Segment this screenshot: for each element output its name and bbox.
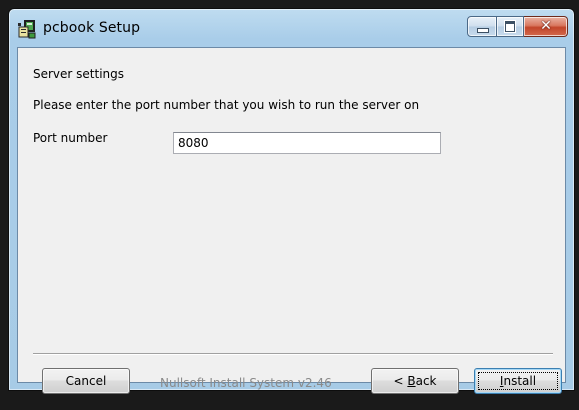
window-title: pcbook Setup: [43, 20, 141, 36]
nsis-branding-text: Nullsoft Install System v2.46: [160, 376, 332, 390]
install-button-focus-ring: [478, 372, 558, 390]
title-bar[interactable]: pcbook Setup ✕: [9, 9, 574, 48]
instructions-text: Please enter the port number that you wi…: [33, 98, 420, 112]
maximize-button[interactable]: [497, 16, 524, 37]
page-heading: Server settings: [33, 67, 125, 81]
minimize-button[interactable]: [467, 16, 497, 37]
window-frame: pcbook Setup ✕ Server settings Please en…: [8, 8, 575, 394]
footer-separator: [33, 353, 553, 355]
port-number-input[interactable]: [173, 132, 441, 154]
close-icon: ✕: [540, 18, 552, 34]
caption-buttons: ✕: [467, 16, 568, 37]
installer-window: pcbook Setup ✕ Server settings Please en…: [0, 0, 579, 410]
cancel-button[interactable]: Cancel: [42, 368, 130, 394]
back-button[interactable]: < Back: [371, 368, 459, 394]
back-button-label-rest: ack: [415, 374, 437, 388]
installer-package-icon: [18, 20, 36, 39]
close-button[interactable]: ✕: [524, 16, 568, 37]
maximize-icon: [505, 21, 515, 32]
install-button[interactable]: Install: [474, 368, 562, 394]
back-button-accelerator: B: [407, 374, 416, 388]
back-button-prefix: <: [393, 374, 408, 388]
port-number-label: Port number: [33, 131, 108, 145]
dialog-client-area: Server settings Please enter the port nu…: [17, 47, 566, 394]
minimize-icon: [477, 28, 489, 33]
